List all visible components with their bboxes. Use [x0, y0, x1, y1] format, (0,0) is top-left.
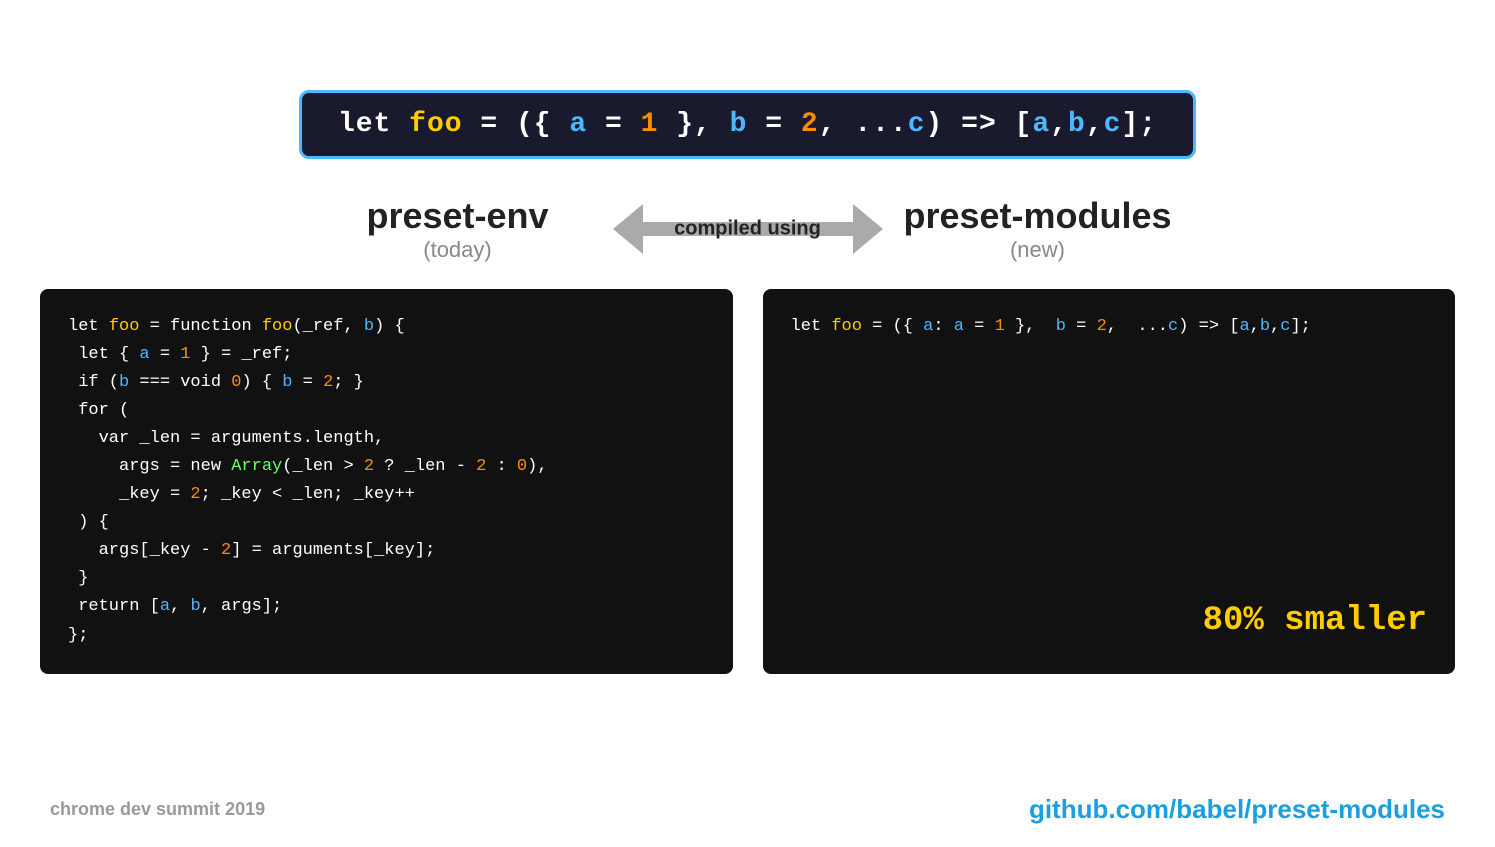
preset-modules-label: preset-modules [903, 195, 1171, 237]
code-var-a: a [569, 109, 587, 140]
preset-modules-sub: (new) [1010, 237, 1065, 263]
bottom-panels: let foo = function foo(_ref, b) { let { … [0, 289, 1495, 674]
footer-left: chrome dev summit 2019 [50, 799, 265, 820]
code-line-6: args = new Array(_len > 2 ? _len - 2 : 0… [68, 453, 705, 481]
code-line-3: if (b === void 0) { b = 2; } [68, 369, 705, 397]
code-line-10: } [68, 565, 705, 593]
footer-year: 2019 [225, 799, 265, 819]
top-code-box: let foo = ({ a = 1 }, b = 2, ...c) => [a… [299, 90, 1196, 159]
code-keyword-let: let [338, 109, 409, 140]
right-code-line: let foo = ({ a: a = 1 }, b = 2, ...c) =>… [791, 313, 1428, 341]
code-var-foo: foo [409, 109, 462, 140]
footer: chrome dev summit 2019 github.com/babel/… [0, 794, 1495, 825]
left-code-panel: let foo = function foo(_ref, b) { let { … [40, 289, 733, 674]
code-line-2: let { a = 1 } = _ref; [68, 341, 705, 369]
smaller-badge: 80% smaller [1203, 593, 1427, 649]
arrow-container: compiled using [608, 189, 888, 269]
right-code-panel: let foo = ({ a: a = 1 }, b = 2, ...c) =>… [763, 289, 1456, 674]
code-line-7: _key = 2; _key < _len; _key++ [68, 481, 705, 509]
code-line-1: let foo = function foo(_ref, b) { [68, 313, 705, 341]
code-line-4: for ( [68, 397, 705, 425]
code-line-9: args[_key - 2] = arguments[_key]; [68, 537, 705, 565]
footer-right-link: github.com/babel/preset-modules [1029, 794, 1445, 825]
code-num-1: 1 [641, 109, 659, 140]
code-var-c: c [908, 109, 926, 140]
footer-brand: chrome dev summit [50, 799, 220, 819]
code-line-5: var _len = arguments.length, [68, 425, 705, 453]
arrow-label-text: compiled using [674, 218, 821, 241]
left-label-block: preset-env (today) [308, 195, 608, 263]
code-punct-eq: = ({ [463, 109, 570, 140]
code-num-2: 2 [801, 109, 819, 140]
right-label-block: preset-modules (new) [888, 195, 1188, 263]
code-line-12: }; [68, 622, 705, 650]
slide: let foo = ({ a = 1 }, b = 2, ...c) => [a… [0, 0, 1495, 847]
code-line-11: return [a, b, args]; [68, 593, 705, 621]
middle-section: preset-env (today) compiled using preset… [0, 189, 1495, 269]
preset-env-sub: (today) [423, 237, 491, 263]
preset-env-label: preset-env [366, 195, 548, 237]
code-var-b: b [730, 109, 748, 140]
code-line-8: ) { [68, 509, 705, 537]
